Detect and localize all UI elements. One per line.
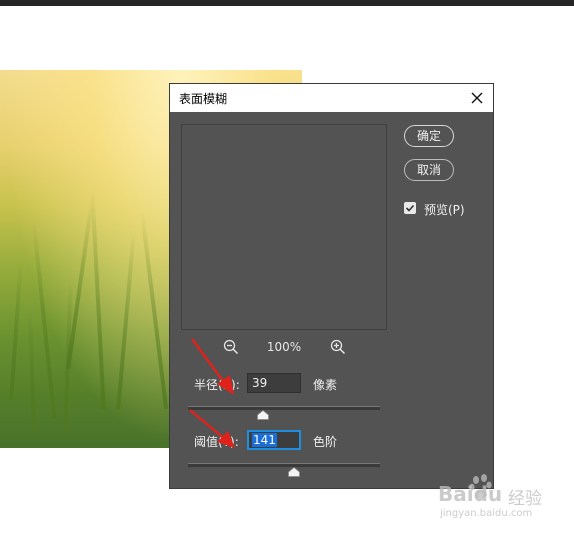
close-icon[interactable] [467,88,487,108]
watermark-url: jingyan.baidu.com [440,508,533,519]
radius-label: 半径(R): [194,378,240,392]
baidu-watermark: Baidu 经验 jingyan.baidu.com [438,470,558,530]
zoom-level: 100% [266,340,302,354]
threshold-value: 141 [252,433,277,447]
radius-value: 39 [252,376,268,390]
threshold-label: 阈值(T): [194,435,239,449]
threshold-unit: 色阶 [313,435,338,449]
dialog-titlebar: 表面模糊 [170,84,493,112]
zoom-in-icon[interactable] [329,338,347,356]
radius-input[interactable]: 39 [247,373,301,393]
threshold-slider-track[interactable] [188,463,380,467]
top-bar [0,0,574,6]
radius-slider-track[interactable] [188,406,380,410]
zoom-controls: 100% [181,338,387,358]
radius-unit: 像素 [313,378,338,392]
preview-label: 预览(P) [424,203,465,217]
preview-area[interactable] [181,124,387,330]
radius-slider-thumb[interactable] [256,410,269,420]
preview-checkbox[interactable] [404,202,416,214]
threshold-input[interactable]: 141 [247,430,301,450]
cancel-button[interactable]: 取消 [404,159,454,181]
watermark-brand: Baidu [438,482,503,506]
checkmark-icon [405,204,415,212]
surface-blur-dialog: 表面模糊 100% 确定 取消 预览(P) 半径(R): 39 像素 阈值(T)… [169,83,494,489]
watermark-cn: 经验 [508,489,542,509]
ok-button[interactable]: 确定 [404,125,454,147]
threshold-slider-thumb[interactable] [287,467,300,477]
dialog-title: 表面模糊 [179,92,228,106]
